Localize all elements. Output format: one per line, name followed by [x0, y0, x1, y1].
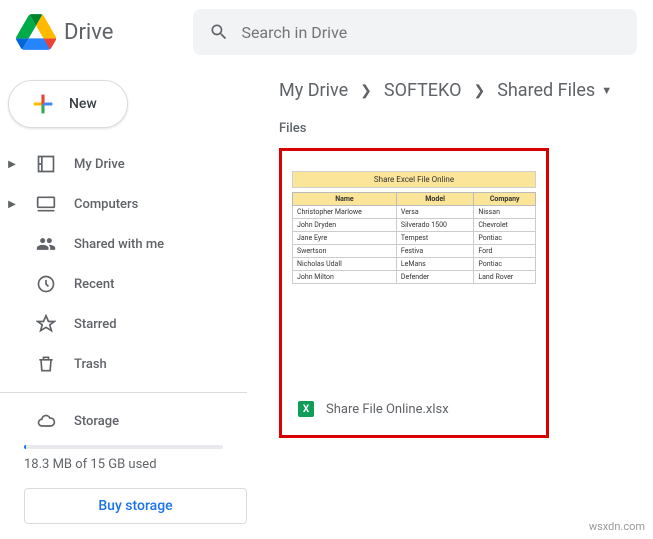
- sidebar-item-computers[interactable]: ▶ Computers: [0, 184, 247, 224]
- chevron-right-icon: ▶: [6, 159, 18, 170]
- table-row: Jane EyreTempestPontiac: [293, 232, 536, 245]
- buy-storage-button[interactable]: Buy storage: [24, 488, 247, 524]
- storage-bar: [24, 445, 223, 449]
- plus-icon: [29, 90, 57, 118]
- sidebar-item-label: Computers: [74, 197, 138, 212]
- crumb-softeko[interactable]: SOFTEKO: [384, 80, 462, 101]
- thumb-title: Share Excel File Online: [292, 171, 536, 188]
- computers-icon: [36, 194, 56, 214]
- search-input[interactable]: [241, 23, 621, 42]
- sidebar-item-storage[interactable]: Storage: [0, 401, 247, 441]
- main: New ▶ My Drive ▶ Computers Shared with m…: [0, 64, 653, 539]
- content: My Drive ❯ SOFTEKO ❯ Shared Files ▼ File…: [255, 64, 653, 539]
- sidebar-item-my-drive[interactable]: ▶ My Drive: [0, 144, 247, 184]
- sidebar-item-label: Recent: [74, 277, 114, 292]
- star-icon: [36, 314, 56, 334]
- breadcrumb: My Drive ❯ SOFTEKO ❯ Shared Files ▼: [279, 80, 629, 101]
- app-title: Drive: [64, 20, 113, 45]
- table-row: Christopher MarloweVersaNissan: [293, 206, 536, 219]
- crumb-shared-files[interactable]: Shared Files ▼: [497, 80, 612, 101]
- crumb-my-drive[interactable]: My Drive: [279, 80, 348, 101]
- new-button-label: New: [69, 96, 97, 112]
- chevron-right-icon: ❯: [473, 83, 485, 99]
- header: Drive: [0, 0, 653, 64]
- watermark: wsxdn.com: [589, 520, 645, 533]
- sidebar-item-label: Storage: [74, 414, 119, 429]
- recent-icon: [36, 274, 56, 294]
- file-name: Share File Online.xlsx: [326, 402, 449, 417]
- sidebar-item-starred[interactable]: Starred: [0, 304, 247, 344]
- my-drive-icon: [36, 154, 56, 174]
- sidebar-item-trash[interactable]: Trash: [0, 344, 247, 384]
- new-button[interactable]: New: [8, 80, 128, 128]
- cloud-icon: [36, 411, 56, 431]
- storage-text: 18.3 MB of 15 GB used: [24, 457, 247, 472]
- search-bar[interactable]: [193, 9, 637, 55]
- divider: [0, 392, 247, 393]
- shared-icon: [36, 234, 56, 254]
- table-row: SwertsonFestivaFord: [293, 245, 536, 258]
- table-row: John MiltonDefenderLand Rover: [293, 271, 536, 284]
- sidebar-item-label: My Drive: [74, 157, 125, 172]
- excel-icon: X: [298, 401, 314, 417]
- sidebar: New ▶ My Drive ▶ Computers Shared with m…: [0, 64, 255, 539]
- thumb-table: Name Model Company Christopher MarloweVe…: [292, 192, 536, 284]
- file-footer: X Share File Online.xlsx: [292, 393, 536, 425]
- chevron-right-icon: ❯: [360, 83, 372, 99]
- table-row: John DrydenSilverado 1500Chevrolet: [293, 219, 536, 232]
- trash-icon: [36, 354, 56, 374]
- table-row: Nicholas UdallLeMansPontiac: [293, 258, 536, 271]
- chevron-down-icon: ▼: [601, 84, 612, 97]
- file-card[interactable]: Share Excel File Online Name Model Compa…: [279, 148, 549, 438]
- sidebar-item-recent[interactable]: Recent: [0, 264, 247, 304]
- sidebar-item-shared[interactable]: Shared with me: [0, 224, 247, 264]
- search-icon: [209, 22, 229, 42]
- file-thumbnail: Share Excel File Online Name Model Compa…: [292, 171, 536, 284]
- sidebar-item-label: Starred: [74, 317, 117, 332]
- sidebar-item-label: Trash: [74, 357, 107, 372]
- drive-logo-icon: [16, 12, 56, 52]
- chevron-right-icon: ▶: [6, 199, 18, 210]
- section-label: Files: [279, 121, 629, 136]
- sidebar-item-label: Shared with me: [74, 237, 164, 252]
- logo-area[interactable]: Drive: [16, 12, 113, 52]
